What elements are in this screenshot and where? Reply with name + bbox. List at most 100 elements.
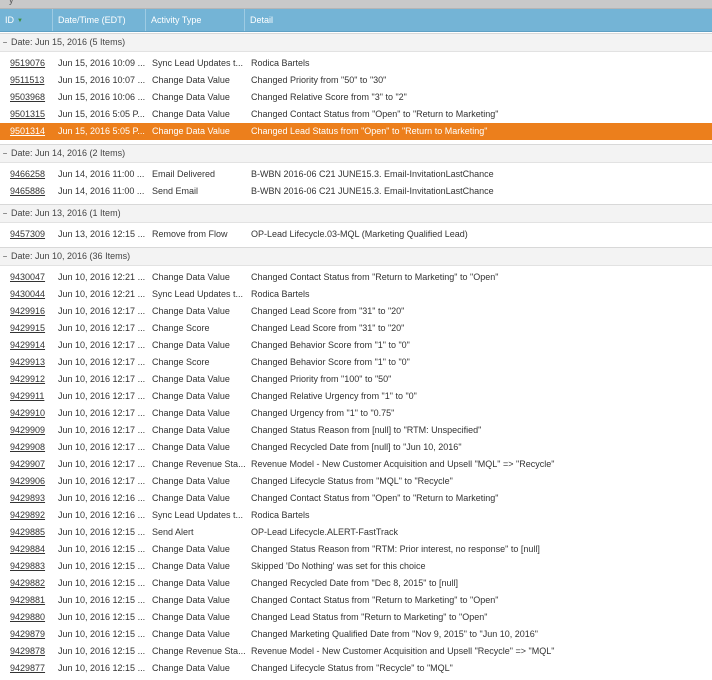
table-row[interactable]: 9429893 Jun 10, 2016 12:16 ... Change Data… [0,490,712,507]
activity-id-link[interactable]: 9429878 [10,646,45,656]
cell-id: 9429880 [0,609,57,626]
table-row[interactable]: 9429885 Jun 10, 2016 12:15 ... Send Alert O… [0,524,712,541]
table-row[interactable]: 9429907 Jun 10, 2016 12:17 ... Change Reve… [0,456,712,473]
table-row-selected[interactable]: 9501314 Jun 15, 2016 5:05 P... Change Data… [0,123,712,140]
table-row[interactable]: 9429910 Jun 10, 2016 12:17 ... Change Data… [0,405,712,422]
table-row[interactable]: 9429912 Jun 10, 2016 12:17 ... Change Data… [0,371,712,388]
activity-id-link[interactable]: 9429908 [10,442,45,452]
table-row[interactable]: 9501315 Jun 15, 2016 5:05 P... Change Data… [0,106,712,123]
cell-detail: Changed Relative Score from "3" to "2" [251,92,407,102]
cell-activity-type: Change Data Value [152,595,230,605]
group-header[interactable]: − Date: Jun 15, 2016 (5 Items) [0,33,712,52]
cell-activity-type: Change Data Value [152,306,230,316]
cell-datetime: Jun 15, 2016 10:06 ... [58,92,146,102]
activity-id-link[interactable]: 9429879 [10,629,45,639]
group-header-label: Date: Jun 13, 2016 (1 Item) [11,208,121,218]
table-row[interactable]: 9466258 Jun 14, 2016 11:00 ... Email Deliv… [0,166,712,183]
table-row[interactable]: 9430047 Jun 10, 2016 12:21 ... Change Data… [0,269,712,286]
collapse-minus-icon[interactable]: − [2,253,8,261]
activity-id-link[interactable]: 9465886 [10,186,45,196]
table-row[interactable]: 9457309 Jun 13, 2016 12:15 ... Remove from… [0,226,712,243]
table-row[interactable]: 9429883 Jun 10, 2016 12:15 ... Change Data… [0,558,712,575]
activity-id-link[interactable]: 9429910 [10,408,45,418]
cell-activity-type: Remove from Flow [152,229,228,239]
column-header-id[interactable]: ID ▼ [0,9,53,31]
group-header[interactable]: − Date: Jun 13, 2016 (1 Item) [0,204,712,223]
activity-id-link[interactable]: 9430047 [10,272,45,282]
activity-id-link[interactable]: 9429906 [10,476,45,486]
table-row[interactable]: 9429909 Jun 10, 2016 12:17 ... Change Data… [0,422,712,439]
activity-id-link[interactable]: 9466258 [10,169,45,179]
activity-id-link[interactable]: 9519076 [10,58,45,68]
activity-id-link[interactable]: 9429909 [10,425,45,435]
table-row[interactable]: 9511513 Jun 15, 2016 10:07 ... Change Data… [0,72,712,89]
activity-id-link[interactable]: 9429883 [10,561,45,571]
table-row[interactable]: 9429906 Jun 10, 2016 12:17 ... Change Data… [0,473,712,490]
activity-id-link[interactable]: 9501315 [10,109,45,119]
cell-detail: Changed Contact Status from "Return to M… [251,595,499,605]
activity-id-link[interactable]: 9429914 [10,340,45,350]
group-header[interactable]: − Date: Jun 14, 2016 (2 Items) [0,144,712,163]
table-row[interactable]: 9429916 Jun 10, 2016 12:17 ... Change Data… [0,303,712,320]
table-row[interactable]: 9429915 Jun 10, 2016 12:17 ... Change Scor… [0,320,712,337]
collapse-minus-icon[interactable]: − [2,150,8,158]
activity-id-link[interactable]: 9429885 [10,527,45,537]
activity-id-link[interactable]: 9429880 [10,612,45,622]
cell-activity-type: Email Delivered [152,169,216,179]
table-row[interactable]: 9429884 Jun 10, 2016 12:15 ... Change Data… [0,541,712,558]
activity-id-link[interactable]: 9503968 [10,92,45,102]
table-row[interactable]: 9429882 Jun 10, 2016 12:15 ... Change Data… [0,575,712,592]
cell-detail: Rodica Bartels [251,58,310,68]
table-row[interactable]: 9429908 Jun 10, 2016 12:17 ... Change Data… [0,439,712,456]
table-row[interactable]: 9429879 Jun 10, 2016 12:15 ... Change Data… [0,626,712,643]
cell-activity-type: Sync Lead Updates t... [152,510,244,520]
activity-id-link[interactable]: 9429881 [10,595,45,605]
activity-id-link[interactable]: 9429877 [10,663,45,673]
activity-id-link[interactable]: 9429907 [10,459,45,469]
activity-id-link[interactable]: 9429916 [10,306,45,316]
activity-id-link[interactable]: 9501314 [10,126,45,136]
column-header-detail-label: Detail [250,15,274,25]
table-row[interactable]: 9429880 Jun 10, 2016 12:15 ... Change Data… [0,609,712,626]
cell-detail: Changed Lead Status from "Return to Mark… [251,612,488,622]
activity-id-link[interactable]: 9457309 [10,229,45,239]
activity-id-link[interactable]: 9429893 [10,493,45,503]
table-row[interactable]: 9429911 Jun 10, 2016 12:17 ... Change Data… [0,388,712,405]
table-row[interactable]: 9429913 Jun 10, 2016 12:17 ... Change Scor… [0,354,712,371]
grid-body: − Date: Jun 15, 2016 (5 Items) 9519076 Jun … [0,33,712,680]
cell-activity-type: Sync Lead Updates t... [152,58,244,68]
cell-detail: Changed Relative Urgency from "1" to "0" [251,391,417,401]
column-header-activity-type[interactable]: Activity Type [146,9,245,31]
table-row[interactable]: 9429878 Jun 10, 2016 12:15 ... Change Reve… [0,643,712,660]
table-row[interactable]: 9429881 Jun 10, 2016 12:15 ... Change Data… [0,592,712,609]
table-row[interactable]: 9429914 Jun 10, 2016 12:17 ... Change Data… [0,337,712,354]
activity-id-link[interactable]: 9429882 [10,578,45,588]
group-header[interactable]: − Date: Jun 10, 2016 (36 Items) [0,247,712,266]
activity-id-link[interactable]: 9429915 [10,323,45,333]
table-row[interactable]: 9430044 Jun 10, 2016 12:21 ... Sync Lead U… [0,286,712,303]
table-row[interactable]: 9429892 Jun 10, 2016 12:16 ... Sync Lead U… [0,507,712,524]
cell-datetime: Jun 10, 2016 12:15 ... [58,629,146,639]
column-header-detail[interactable]: Detail [245,9,712,31]
activity-id-link[interactable]: 9511513 [10,75,44,85]
table-row[interactable]: 9519076 Jun 15, 2016 10:09 ... Sync Lead U… [0,55,712,72]
activity-id-link[interactable]: 9430044 [10,289,45,299]
activity-id-link[interactable]: 9429913 [10,357,45,367]
cell-detail: Revenue Model - New Customer Acquisition… [251,646,555,656]
cell-detail: OP-Lead Lifecycle.ALERT-FastTrack [251,527,399,537]
cell-id: 9429878 [0,643,57,660]
table-row[interactable]: 9465886 Jun 14, 2016 11:00 ... Send Email B… [0,183,712,200]
cell-datetime: Jun 10, 2016 12:15 ... [58,578,146,588]
collapse-minus-icon[interactable]: − [2,210,8,218]
table-row[interactable]: 9429877 Jun 10, 2016 12:15 ... Change Data… [0,660,712,677]
activity-id-link[interactable]: 9429884 [10,544,45,554]
cell-detail: Skipped 'Do Nothing' was set for this ch… [251,561,426,571]
collapse-minus-icon[interactable]: − [2,39,8,47]
table-row[interactable]: 9503968 Jun 15, 2016 10:06 ... Change Data… [0,89,712,106]
activity-id-link[interactable]: 9429911 [10,391,44,401]
sort-ascending-icon[interactable]: ▼ [17,10,23,31]
cell-id: 9429909 [0,422,57,439]
activity-id-link[interactable]: 9429892 [10,510,45,520]
column-header-datetime[interactable]: Date/Time (EDT) [53,9,146,31]
activity-id-link[interactable]: 9429912 [10,374,45,384]
